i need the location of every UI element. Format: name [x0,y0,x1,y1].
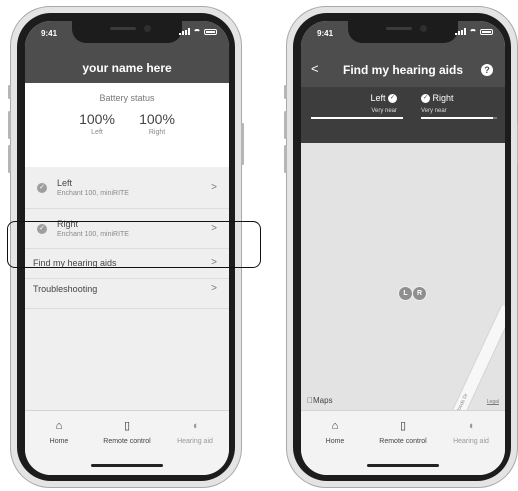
check-icon: ✓ [421,94,430,104]
distance-label: Very near [421,108,447,115]
signal-icon [179,28,190,35]
tab-bar: ⌂ Home ▯ Remote control ◖ Hearing aid [25,410,229,475]
right-battery: 100% Right [132,111,182,136]
troubleshooting-item[interactable]: Troubleshooting > [25,279,229,309]
left-aid-pin[interactable]: L [398,286,413,301]
device-model: Enchant 100, miniRITE [57,190,129,197]
check-icon: ✓ [388,94,397,104]
chevron-right-icon: > [211,182,217,193]
tab-home[interactable]: ⌂ Home [25,419,93,445]
chevron-right-icon: > [211,283,217,294]
status-bar: 9:41 [301,21,505,45]
signal-bar-fill [311,117,403,120]
page-title: your name here [82,61,172,75]
tab-label: Hearing aid [177,438,213,445]
tab-home[interactable]: ⌂ Home [301,419,369,445]
wifi-icon [469,29,477,35]
legal-link[interactable]: Legal [487,399,499,405]
left-battery-percent: 100% [79,111,115,127]
tab-hearing-aid[interactable]: ◖ Hearing aid [161,419,229,445]
find-screen: 9:41 < Find my hearing aids ? Left ✓ Ver… [301,21,505,475]
status-time: 9:41 [317,29,334,38]
phone-volume-button [284,111,287,139]
battery-status-label: Battery status [99,93,155,103]
home-indicator [367,464,439,467]
side-label: Left [370,93,386,103]
tab-label: Hearing aid [453,438,489,445]
remote-icon: ▯ [123,420,131,432]
wifi-icon [193,29,201,35]
phone-volume-button [284,145,287,173]
map-road [442,304,505,411]
distance-label: Very near [371,108,397,115]
tab-remote-control[interactable]: ▯ Remote control [369,419,437,445]
hearing-aid-icon: ◖ [191,420,199,432]
status-time: 9:41 [41,29,58,38]
maps-label: Maps [307,396,333,405]
status-bar: 9:41 [25,21,229,45]
device-name: Left [57,178,73,188]
battery-icon [204,29,217,35]
signal-bar [421,117,497,120]
signal-panel: Left ✓ Very near ✓ Right Very near [301,87,505,143]
hearing-aid-icon: ◖ [467,420,475,432]
phone-side-button [8,85,11,99]
tab-hearing-aid[interactable]: ◖ Hearing aid [437,419,505,445]
device-row-left[interactable]: ✓ Left Enchant 100, miniRITE > [25,167,229,209]
home-indicator [91,464,163,467]
left-signal: Left ✓ Very near [311,93,403,120]
right-phone: 9:41 < Find my hearing aids ? Left ✓ Ver… [284,6,518,488]
signal-bar [311,117,403,120]
right-battery-label: Right [148,129,166,136]
tab-label: Home [325,438,345,445]
tab-label: Remote control [379,438,427,445]
signal-bar-fill [421,117,494,120]
home-icon: ⌂ [331,420,339,432]
home-icon: ⌂ [55,420,63,432]
battery-icon [480,29,493,35]
side-label: Right [432,93,454,103]
menu-item-label: Troubleshooting [33,284,98,294]
help-button[interactable]: ? [481,64,493,76]
remote-icon: ▯ [399,420,407,432]
map-view[interactable]: Woods Dr L R Maps Legal [301,143,505,411]
right-battery-percent: 100% [139,111,175,127]
tab-bar: ⌂ Home ▯ Remote control ◖ Hearing aid [301,410,505,475]
check-icon: ✓ [37,183,47,193]
phone-volume-button [8,145,11,173]
right-signal: ✓ Right Very near [421,93,497,120]
left-battery: 100% Left [72,111,122,136]
tab-label: Remote control [103,438,151,445]
phone-side-button [284,85,287,99]
tab-label: Home [49,438,69,445]
apple-maps-logo: Maps [307,396,333,405]
page-title: Find my hearing aids [342,63,464,77]
signal-icon [455,28,466,35]
battery-status-panel: Battery status 100% Left 100% Right [25,83,229,167]
left-battery-label: Left [91,129,103,136]
tab-remote-control[interactable]: ▯ Remote control [93,419,161,445]
right-aid-pin[interactable]: R [412,286,427,301]
highlight-callout [7,221,261,268]
phone-volume-button [8,111,11,139]
phone-power-button [241,123,244,165]
